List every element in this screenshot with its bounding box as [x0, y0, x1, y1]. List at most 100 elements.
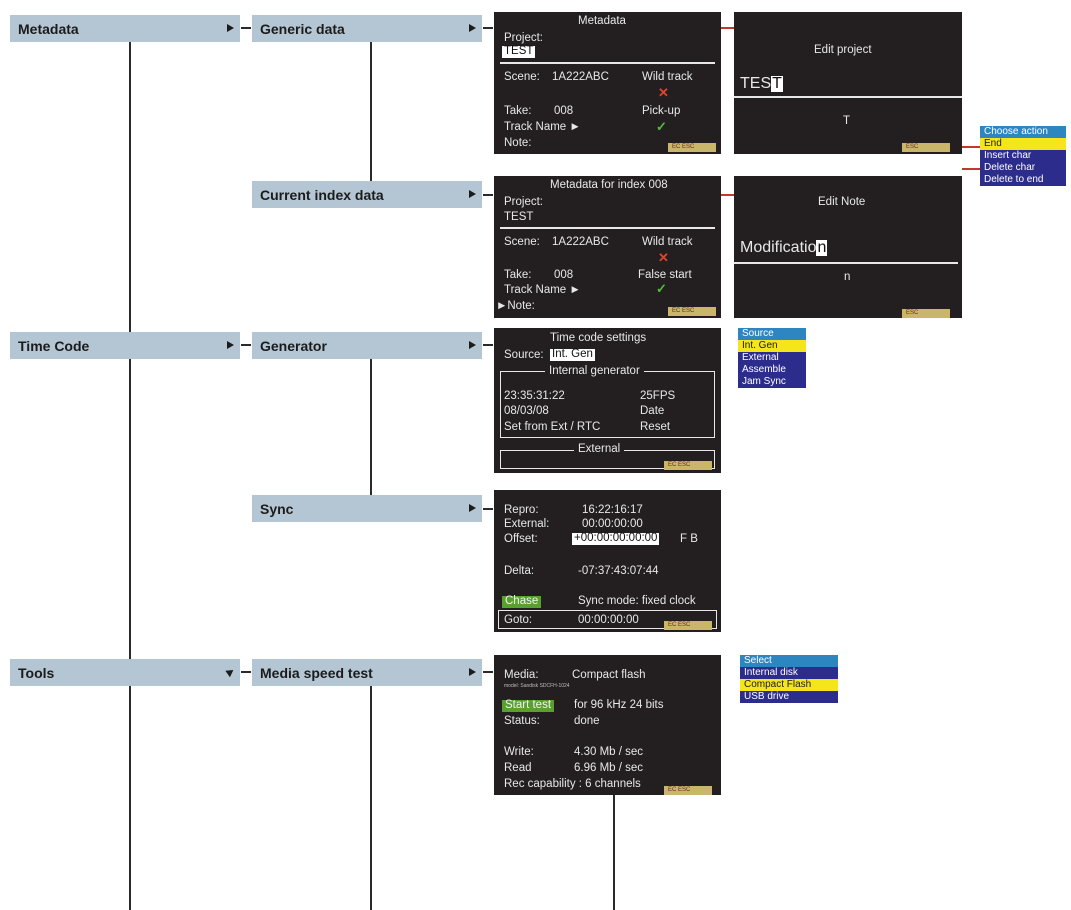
menu-generic-data-label: Generic data [260, 20, 345, 37]
take-value[interactable]: 008 [554, 269, 573, 282]
goto-value[interactable]: 00:00:00:00 [578, 614, 639, 627]
media-label: Media: [504, 669, 539, 681]
popup-item-int-gen[interactable]: Int. Gen [738, 340, 806, 352]
note-item[interactable]: ►Note: [496, 300, 535, 313]
set-from-button[interactable]: Set from Ext / RTC [504, 421, 600, 434]
screen-title: Metadata for index 008 [550, 179, 668, 191]
screen-title: Edit project [814, 44, 872, 56]
take-value[interactable]: 008 [554, 105, 573, 118]
media-value[interactable]: Compact flash [572, 669, 646, 682]
menu-generator-label: Generator [260, 337, 327, 354]
repro-label: Repro: [504, 504, 539, 516]
scene-value[interactable]: 1A222ABC [552, 236, 609, 249]
date-value[interactable]: 08/03/08 [504, 405, 549, 418]
popup-item-internal-disk[interactable]: Internal disk [740, 667, 838, 679]
arrow-right-icon [469, 504, 476, 512]
offset-label: Offset: [504, 533, 538, 545]
metadata-screen: Metadata Project: TEST Scene: 1A222ABC W… [494, 12, 721, 154]
source-label: Source: [504, 349, 544, 361]
screen-title: Time code settings [550, 332, 647, 344]
menu-generic-data[interactable]: Generic data [252, 15, 482, 42]
scene-label: Scene: [504, 236, 540, 248]
arrow-right-icon [469, 24, 476, 32]
esc-button[interactable]: EC ESC [668, 143, 716, 152]
time-value[interactable]: 23:35:31:22 [504, 390, 565, 403]
connector-sync [483, 508, 493, 510]
edit-note-value[interactable]: Modification [740, 239, 828, 256]
connector-metadata [241, 27, 251, 29]
edit-note-screen: Edit Note Modification n ESC [734, 176, 962, 318]
esc-button[interactable]: EC ESC [664, 786, 712, 795]
divider [500, 227, 715, 229]
edit-text: TES [740, 75, 772, 92]
offset-value[interactable]: +00:00:00:00:00 [572, 532, 660, 545]
text-cursor: n [816, 239, 828, 256]
arrow-right-icon [225, 666, 236, 678]
popup-item-delete-char[interactable]: Delete char [980, 162, 1066, 174]
pickup-label: Pick-up [642, 105, 681, 117]
popup-item-insert-char[interactable]: Insert char [980, 150, 1066, 162]
source-value[interactable]: Int. Gen [550, 348, 595, 361]
media-select-popup: Select Internal disk Compact Flash USB d… [740, 655, 838, 703]
check-icon: ✓ [656, 119, 667, 134]
esc-button[interactable]: ESC [902, 309, 950, 318]
test-format: for 96 kHz 24 bits [574, 699, 664, 711]
reset-button[interactable]: Reset [640, 421, 670, 434]
menu-tools[interactable]: Tools [10, 659, 240, 686]
connector-generator [483, 344, 493, 346]
esc-button[interactable]: ESC [902, 143, 950, 152]
project-value[interactable]: TEST [502, 45, 536, 58]
chase-button[interactable]: Chase [502, 595, 542, 608]
popup-item-external[interactable]: External [738, 352, 806, 364]
popup-item-delete-to-end[interactable]: Delete to end [980, 174, 1066, 186]
track-name-item[interactable]: Track Name ► [504, 121, 581, 134]
esc-button[interactable]: EC ESC [664, 461, 712, 470]
project-value[interactable]: TEST [504, 211, 533, 224]
fps-value[interactable]: 25FPS [640, 390, 675, 403]
menu-time-code[interactable]: Time Code [10, 332, 240, 359]
menu-metadata[interactable]: Metadata [10, 15, 240, 42]
repro-value: 16:22:16:17 [582, 504, 643, 516]
project-label: Project: [504, 196, 543, 208]
esc-button[interactable]: EC ESC [668, 307, 716, 316]
delta-value: -07:37:43:07:44 [578, 565, 659, 577]
status-value: done [574, 715, 600, 727]
connector-generic-data [483, 27, 493, 29]
track-name-item[interactable]: Track Name ► [504, 284, 581, 297]
tree-line-tools-level2 [370, 686, 372, 910]
popup-header: Select [740, 655, 838, 667]
delta-label: Delta: [504, 565, 535, 577]
menu-generator[interactable]: Generator [252, 332, 482, 359]
note-label[interactable]: Note: [504, 137, 532, 150]
menu-time-code-label: Time Code [18, 337, 90, 354]
write-value: 4.30 Mb / sec [574, 746, 644, 758]
sync-mode-label[interactable]: Sync mode: fixed clock [578, 595, 696, 608]
popup-item-end[interactable]: End [980, 138, 1066, 150]
popup-header: Choose action [980, 126, 1066, 138]
connector-media-speed [483, 671, 493, 673]
popup-item-jam-sync[interactable]: Jam Sync [738, 376, 806, 388]
menu-sync[interactable]: Sync [252, 495, 482, 522]
popup-item-assemble[interactable]: Assemble [738, 364, 806, 376]
start-test-button[interactable]: Start test [502, 699, 555, 712]
offset-flags[interactable]: F B [680, 533, 698, 546]
read-value: 6.96 Mb / sec [574, 762, 644, 774]
scene-value[interactable]: 1A222ABC [552, 71, 609, 84]
edit-project-value[interactable]: TEST [740, 76, 783, 92]
arrow-right-icon [469, 190, 476, 198]
cross-icon: ✕ [658, 250, 669, 265]
index-metadata-screen: Metadata for index 008 Project: TEST Sce… [494, 176, 721, 318]
date-label: Date [640, 405, 665, 417]
esc-button[interactable]: EC ESC [664, 621, 712, 630]
menu-current-index-data-label: Current index data [260, 186, 384, 203]
external-label: External: [504, 518, 550, 530]
menu-current-index-data[interactable]: Current index data [252, 181, 482, 208]
popup-item-compact-flash[interactable]: Compact Flash [740, 679, 838, 691]
divider [500, 62, 715, 64]
arrow-right-icon [227, 24, 234, 32]
internal-generator-label: Internal generator [545, 365, 644, 378]
popup-item-usb-drive[interactable]: USB drive [740, 691, 838, 703]
menu-media-speed-test[interactable]: Media speed test [252, 659, 482, 686]
menu-metadata-label: Metadata [18, 20, 79, 37]
status-label: Status: [504, 715, 540, 727]
